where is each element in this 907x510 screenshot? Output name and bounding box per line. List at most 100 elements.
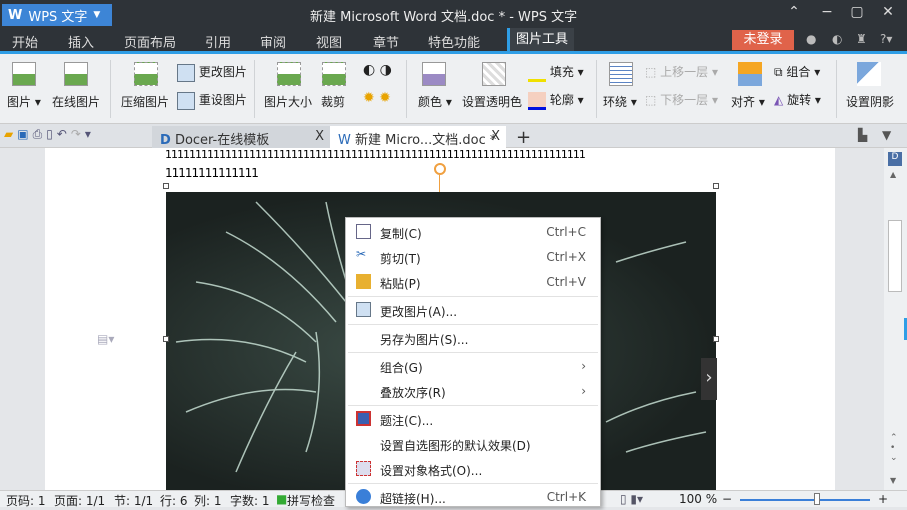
page-nav-icons[interactable]: ⌃ • ⌄ bbox=[890, 433, 898, 463]
tab-special[interactable]: 特色功能 bbox=[428, 32, 480, 51]
menu-item-save-as-picture[interactable]: 另存为图片(S)... bbox=[346, 326, 600, 350]
view-mode-icons[interactable]: ▯ ▮▾ bbox=[620, 492, 643, 506]
zoom-out-button[interactable]: − bbox=[722, 492, 732, 506]
minimize-button[interactable]: − bbox=[815, 4, 839, 20]
tab-review[interactable]: 审阅 bbox=[260, 32, 286, 51]
menu-item-hyperlink[interactable]: 超链接(H)... Ctrl+K bbox=[346, 485, 600, 509]
preview-icon: ▯ bbox=[46, 127, 57, 141]
spell-check-button[interactable]: 拼写检查 bbox=[287, 492, 335, 509]
resize-handle[interactable] bbox=[163, 183, 169, 189]
compress-picture-button[interactable]: 压缩图片 bbox=[121, 93, 169, 110]
wrap-button[interactable]: 环绕 ▾ bbox=[603, 93, 637, 110]
menu-item-cut[interactable]: ✂ 剪切(T) Ctrl+X bbox=[346, 245, 600, 269]
tab-picture-tools[interactable]: 图片工具 bbox=[507, 28, 575, 51]
online-picture-button[interactable]: 在线图片 bbox=[52, 93, 100, 110]
help-button[interactable]: ?▾ bbox=[880, 32, 892, 46]
close-tab-icon[interactable]: X bbox=[315, 129, 324, 144]
menu-item-change-picture[interactable]: 更改图片(A)... bbox=[346, 298, 600, 322]
context-menu: 复制(C) Ctrl+C ✂ 剪切(T) Ctrl+X 粘贴(P) Ctrl+V 更改图… bbox=[345, 217, 601, 507]
group-button[interactable]: ⧉ 组合 ▾ bbox=[774, 63, 820, 80]
maximize-button[interactable]: ▢ bbox=[845, 4, 869, 20]
next-arrow-icon[interactable]: › bbox=[701, 358, 717, 400]
vertical-scrollbar[interactable]: D ▲ ⌃ • ⌄ ▼ bbox=[884, 148, 907, 490]
menu-item-paste[interactable]: 粘贴(P) Ctrl+V bbox=[346, 270, 600, 294]
doc-tab-docer[interactable]: D Docer-在线模板 X bbox=[152, 126, 330, 148]
more-icon: ▾ bbox=[84, 127, 95, 141]
change-picture-icon bbox=[356, 302, 371, 317]
scissors-icon: ✂ bbox=[356, 247, 367, 261]
submenu-arrow-icon: › bbox=[581, 359, 586, 373]
outline-button[interactable]: 轮廓 ▾ bbox=[528, 91, 584, 110]
rotate-handle[interactable] bbox=[434, 163, 446, 175]
crop-icon bbox=[322, 62, 346, 86]
menu-item-default-shape-effect[interactable]: 设置自选图形的默认效果(D) bbox=[346, 432, 600, 456]
zoom-slider-thumb[interactable] bbox=[813, 493, 820, 505]
picture-icon bbox=[12, 62, 36, 86]
text-line: 11111111111111 bbox=[165, 166, 259, 180]
menu-item-order[interactable]: 叠放次序(R) › bbox=[346, 379, 600, 403]
reset-picture-button[interactable]: 重设图片 bbox=[177, 91, 247, 110]
color-icon bbox=[422, 62, 446, 86]
ribbon-tabs: 开始 插入 页面布局 引用 审阅 视图 章节 特色功能 图片工具 未登录 ● ◐… bbox=[0, 28, 907, 54]
send-backward-button[interactable]: ⬚ 下移一层 ▾ bbox=[645, 91, 718, 108]
scroll-thumb[interactable] bbox=[888, 220, 902, 292]
picture-size-button[interactable]: 图片大小 bbox=[264, 93, 312, 110]
zoom-level[interactable]: 100 % bbox=[679, 492, 717, 506]
submenu-arrow-icon: › bbox=[581, 384, 586, 398]
picture-size-icon bbox=[277, 62, 301, 86]
set-shadow-button[interactable]: 设置阴影 bbox=[846, 93, 894, 110]
tab-menu-icon[interactable]: ▼ bbox=[882, 128, 891, 142]
resize-handle[interactable] bbox=[713, 336, 719, 342]
menu-item-format-object[interactable]: 设置对象格式(O)... bbox=[346, 457, 600, 481]
bring-forward-button[interactable]: ⬚ 上移一层 ▾ bbox=[645, 63, 718, 80]
change-picture-button[interactable]: 更改图片 bbox=[177, 63, 247, 82]
align-button[interactable]: 对齐 ▾ bbox=[731, 93, 765, 110]
compress-icon bbox=[134, 62, 158, 86]
skin-icon[interactable]: ● bbox=[806, 32, 816, 46]
close-button[interactable]: ✕ bbox=[876, 4, 900, 20]
quick-access-toolbar[interactable]: ▰▣⎙▯↶↷▾ bbox=[4, 127, 95, 142]
outline-icon bbox=[528, 91, 546, 110]
doc-tab-document[interactable]: W 新建 Micro...文档.doc * X bbox=[330, 126, 506, 148]
contrast-buttons[interactable]: ◐ ◑ bbox=[363, 62, 392, 78]
fill-button[interactable]: 填充 ▾ bbox=[528, 63, 584, 82]
login-button[interactable]: 未登录 bbox=[732, 30, 794, 50]
align-icon bbox=[738, 62, 762, 86]
resize-handle[interactable] bbox=[713, 183, 719, 189]
zoom-in-button[interactable]: + bbox=[878, 492, 888, 506]
status-word-count[interactable]: 字数: 1 bbox=[230, 492, 270, 509]
tab-references[interactable]: 引用 bbox=[205, 32, 231, 51]
fill-icon bbox=[528, 64, 546, 82]
paragraph-handle-icon[interactable]: ▤▾ bbox=[97, 332, 114, 346]
tab-list-icon[interactable]: ▙ bbox=[858, 128, 867, 142]
shirt-icon[interactable]: ♜ bbox=[856, 32, 867, 46]
resize-handle[interactable] bbox=[163, 336, 169, 342]
app-menu-button[interactable]: W WPS 文字 ▼ bbox=[2, 4, 112, 26]
brightness-buttons[interactable]: ✹ ✹ bbox=[363, 90, 391, 106]
word-doc-icon: W bbox=[338, 133, 351, 148]
status-pages: 页面: 1/1 bbox=[54, 494, 106, 508]
document-tab-bar: ▰▣⎙▯↶↷▾ D Docer-在线模板 X W 新建 Micro...文档.do… bbox=[0, 124, 907, 148]
zoom-slider[interactable] bbox=[740, 499, 870, 501]
transparent-color-icon bbox=[482, 62, 506, 86]
tab-view[interactable]: 视图 bbox=[316, 32, 342, 51]
color-button[interactable]: 颜色 ▾ bbox=[418, 93, 452, 110]
menu-item-group[interactable]: 组合(G) › bbox=[346, 354, 600, 378]
crop-button[interactable]: 裁剪 bbox=[321, 93, 345, 110]
tab-page-layout[interactable]: 页面布局 bbox=[124, 32, 176, 51]
insert-picture-button[interactable]: 图片 ▾ bbox=[7, 93, 41, 110]
menu-item-caption[interactable]: 题注(C)... bbox=[346, 407, 600, 431]
sync-icon[interactable]: ◐ bbox=[832, 32, 842, 46]
rotate-button[interactable]: ◭ 旋转 ▾ bbox=[774, 91, 821, 108]
collapse-ribbon-button[interactable]: ⌃ bbox=[782, 4, 806, 20]
scroll-up-icon[interactable]: ▲ bbox=[890, 170, 896, 179]
new-tab-button[interactable]: + bbox=[508, 124, 539, 148]
set-transparent-button[interactable]: 设置透明色 bbox=[462, 93, 522, 110]
tab-insert[interactable]: 插入 bbox=[68, 32, 94, 51]
tab-home[interactable]: 开始 bbox=[12, 32, 38, 51]
scroll-down-icon[interactable]: ▼ bbox=[890, 476, 896, 485]
docer-side-icon[interactable]: D bbox=[888, 152, 902, 166]
tab-chapter[interactable]: 章节 bbox=[373, 32, 399, 51]
menu-item-copy[interactable]: 复制(C) Ctrl+C bbox=[346, 220, 600, 244]
close-tab-icon[interactable]: X bbox=[491, 129, 500, 144]
